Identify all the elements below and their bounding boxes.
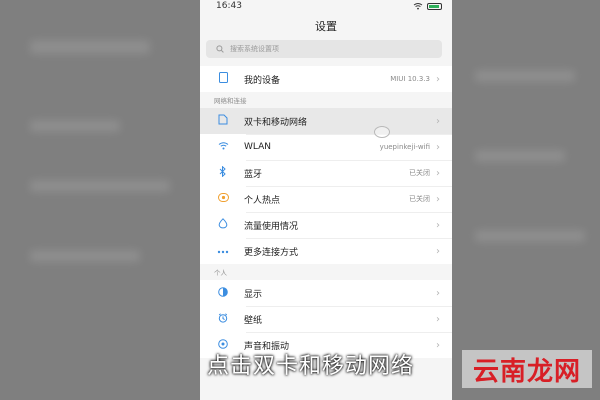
personal-items: 显示 › 壁纸 › 声音和振动 › <box>200 280 452 358</box>
chevron-right-icon: › <box>436 339 440 351</box>
network-item-label: WLAN <box>244 142 272 152</box>
network-item-4[interactable]: 流量使用情况 › <box>200 212 452 238</box>
network-item-2[interactable]: 蓝牙 已关闭 › <box>200 160 452 186</box>
network-item-label: 流量使用情况 <box>244 221 299 232</box>
status-bar: 16:43 <box>200 0 452 12</box>
status-time: 16:43 <box>216 1 242 11</box>
data-usage-icon <box>216 218 230 232</box>
network-item-value: 已关闭 <box>409 195 430 203</box>
network-item-value: yuepinkeji-wifi <box>379 143 430 151</box>
display-icon <box>216 286 230 300</box>
my-device-value: MIUI 10.3.3 <box>390 75 430 83</box>
touch-indicator <box>374 126 390 138</box>
chevron-right-icon: › <box>436 245 440 257</box>
chevron-right-icon: › <box>436 313 440 325</box>
hotspot-icon <box>216 193 230 205</box>
battery-icon <box>427 2 442 10</box>
chevron-right-icon: › <box>436 193 440 205</box>
chevron-right-icon: › <box>436 167 440 179</box>
wifi-icon <box>216 141 230 153</box>
network-item-label: 蓝牙 <box>244 169 263 180</box>
my-device-item[interactable]: 我的设备 MIUI 10.3.3 › <box>200 66 452 92</box>
chevron-right-icon: › <box>436 73 440 85</box>
network-item-1[interactable]: WLAN yuepinkeji-wifi › <box>200 134 452 160</box>
more-dots-icon <box>216 246 230 257</box>
section-personal-header: 个人 <box>200 264 452 280</box>
chevron-right-icon: › <box>436 141 440 153</box>
personal-item-label: 显示 <box>244 289 263 300</box>
network-item-label: 双卡和移动网络 <box>244 117 308 128</box>
search-placeholder: 搜索系统设置项 <box>230 45 279 53</box>
network-item-5[interactable]: 更多连接方式 › <box>200 238 452 264</box>
watermark-logo: 云南龙网 <box>462 350 592 388</box>
personal-item-1[interactable]: 壁纸 › <box>200 306 452 332</box>
my-device-label: 我的设备 <box>244 75 281 86</box>
personal-item-label: 壁纸 <box>244 315 263 326</box>
page-title: 设置 <box>315 20 337 33</box>
network-item-value: 已关闭 <box>409 169 430 177</box>
wallpaper-icon <box>216 312 230 326</box>
network-item-label: 个人热点 <box>244 195 281 206</box>
settings-list: 我的设备 MIUI 10.3.3 › 网络和连接 双卡和移动网络 › WLAN yue… <box>200 66 452 358</box>
wifi-status-icon <box>413 3 423 10</box>
network-item-3[interactable]: 个人热点 已关闭 › <box>200 186 452 212</box>
sim-card-icon <box>216 114 230 128</box>
search-icon <box>216 45 224 53</box>
video-caption: 点击双卡和移动网络 <box>207 354 415 379</box>
bluetooth-icon <box>216 165 230 180</box>
personal-item-0[interactable]: 显示 › <box>200 280 452 306</box>
phone-outline-icon <box>216 72 230 86</box>
status-icons <box>413 2 442 10</box>
network-item-label: 更多连接方式 <box>244 247 299 258</box>
network-items: 双卡和移动网络 › WLAN yuepinkeji-wifi › 蓝牙 已关闭 › 个人热点 已关… <box>200 108 452 264</box>
section-network-header: 网络和连接 <box>200 92 452 108</box>
chevron-right-icon: › <box>436 287 440 299</box>
phone-screen: 16:43 设置 搜索系统设置项 我的设备 MIUI 10.3.3 › 网络和连… <box>200 0 452 400</box>
chevron-right-icon: › <box>436 219 440 231</box>
network-item-0[interactable]: 双卡和移动网络 › <box>200 108 452 134</box>
chevron-right-icon: › <box>436 115 440 127</box>
search-input[interactable]: 搜索系统设置项 <box>206 40 442 58</box>
